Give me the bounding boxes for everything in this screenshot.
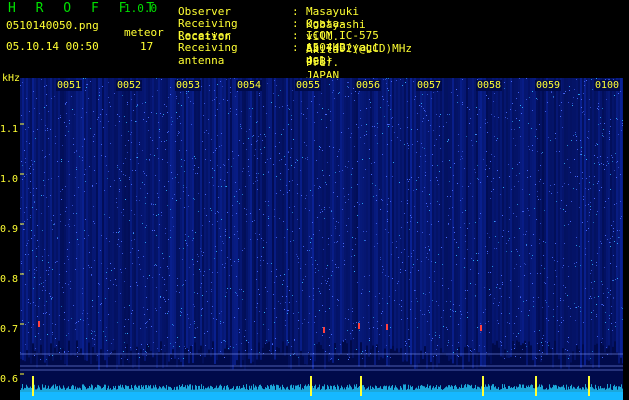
time-tick-label: 0051 — [56, 80, 83, 91]
file-name: 0510140050.png — [6, 19, 99, 32]
freq-tick-label: 1.1 — [0, 124, 19, 135]
time-tick-label: 0052 — [116, 80, 143, 91]
info-separator: : — [292, 41, 299, 54]
time-tick-label: 0055 — [295, 80, 322, 91]
freq-tick-label: 0.9 — [0, 224, 19, 235]
meteor-label: meteor — [124, 26, 164, 39]
info-label: Receiving antenna — [178, 41, 238, 67]
freq-tick-label: 1.0 — [0, 174, 19, 185]
info-value: A504HB(yagi 4el) — [306, 41, 379, 67]
meteor-count: 17 — [140, 40, 154, 53]
time-tick-label: 0059 — [535, 80, 562, 91]
time-tick-label: 0058 — [476, 80, 503, 91]
frequency-unit-label: kHz — [2, 73, 21, 84]
freq-tick-label: 0.8 — [0, 274, 19, 285]
time-tick-label: 0100 — [594, 80, 621, 91]
spectrogram-panel — [20, 78, 623, 400]
spectrogram-image — [20, 78, 623, 400]
time-tick-label: 0056 — [355, 80, 382, 91]
freq-tick-label: 0.7 — [0, 324, 19, 335]
timestamp: 05.10.14 00:50 — [6, 40, 99, 53]
time-tick-label: 0054 — [236, 80, 263, 91]
freq-tick-label: 0.6 — [0, 374, 19, 385]
header-panel: H R O F F T 1.0.0 0510140050.png meteor … — [0, 0, 629, 108]
time-tick-label: 0057 — [416, 80, 443, 91]
time-tick-label: 0053 — [175, 80, 202, 91]
version-label: 1.0.0 — [124, 2, 158, 15]
